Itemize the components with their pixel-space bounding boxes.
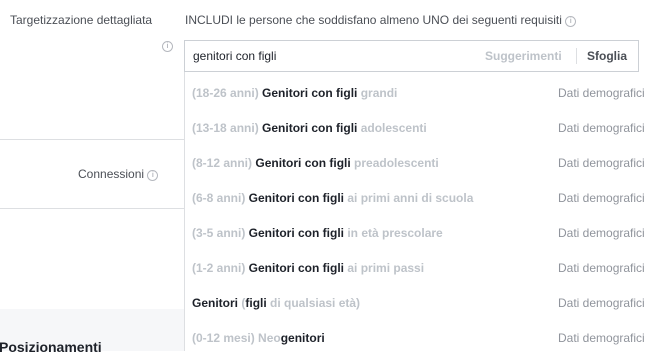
suggestion-item[interactable]: (1-2 anni) Genitori con figli ai primi p… bbox=[185, 247, 664, 282]
suggestion-label: (18-26 anni) Genitori con figli grandi bbox=[192, 86, 398, 100]
include-text: INCLUDI le persone che soddisfano almeno… bbox=[185, 13, 562, 27]
suggestion-item[interactable]: (6-8 anni) Genitori con figli ai primi a… bbox=[185, 177, 664, 212]
suggestion-item[interactable]: (0-12 mesi) Neogenitori Dati demografici bbox=[185, 317, 664, 352]
detailed-targeting-label: Targetizzazione dettagliata bbox=[10, 13, 153, 27]
section-divider bbox=[0, 139, 184, 140]
suggestion-item[interactable]: (8-12 anni) Genitori con figli preadoles… bbox=[185, 142, 664, 177]
suggestion-category: Dati demografici bbox=[558, 226, 645, 240]
suggestion-label: (1-2 anni) Genitori con figli ai primi p… bbox=[192, 261, 425, 275]
suggestion-item[interactable]: (18-26 anni) Genitori con figli grandi D… bbox=[185, 72, 664, 107]
suggestion-item[interactable]: (13-18 anni) Genitori con figli adolesce… bbox=[185, 107, 664, 142]
suggestion-category: Dati demografici bbox=[558, 296, 645, 310]
divider bbox=[576, 48, 577, 64]
info-icon[interactable]: i bbox=[565, 16, 577, 27]
suggestion-category: Dati demografici bbox=[558, 121, 645, 135]
left-panel: Targetizzazione dettagliata i Connession… bbox=[0, 0, 184, 355]
suggestions-dropdown: (18-26 anni) Genitori con figli grandi D… bbox=[184, 72, 664, 351]
placements-heading: Posizionamenti bbox=[0, 339, 102, 355]
suggestion-label: Genitori (figli di qualsiasi età) bbox=[192, 296, 361, 310]
suggestion-category: Dati demografici bbox=[558, 191, 645, 205]
info-icon[interactable]: i bbox=[162, 41, 173, 52]
connections-label: Connessioni bbox=[78, 167, 145, 181]
suggestion-category: Dati demografici bbox=[558, 86, 645, 100]
suggestion-label: (8-12 anni) Genitori con figli preadoles… bbox=[192, 156, 439, 170]
info-icon[interactable]: i bbox=[147, 170, 159, 181]
suggestion-label: (6-8 anni) Genitori con figli ai primi a… bbox=[192, 191, 474, 205]
browse-button[interactable]: Sfoglia bbox=[587, 49, 627, 63]
include-header: INCLUDI le persone che soddisfano almeno… bbox=[185, 13, 577, 27]
suggestion-item[interactable]: Genitori (figli di qualsiasi età) Dati d… bbox=[185, 282, 664, 317]
suggestion-label: (13-18 anni) Genitori con figli adolesce… bbox=[192, 121, 427, 135]
search-input[interactable] bbox=[193, 47, 463, 65]
section-divider bbox=[0, 208, 184, 209]
suggestion-label: (3-5 anni) Genitori con figli in età pre… bbox=[192, 226, 443, 240]
suggestion-label: (0-12 mesi) Neogenitori bbox=[192, 331, 325, 345]
suggestions-button[interactable]: Suggerimenti bbox=[485, 49, 562, 63]
suggestion-category: Dati demografici bbox=[558, 261, 645, 275]
suggestion-category: Dati demografici bbox=[558, 156, 645, 170]
suggestion-category: Dati demografici bbox=[558, 331, 645, 345]
search-box: Suggerimenti Sfoglia bbox=[184, 40, 639, 72]
suggestion-item[interactable]: (3-5 anni) Genitori con figli in età pre… bbox=[185, 212, 664, 247]
